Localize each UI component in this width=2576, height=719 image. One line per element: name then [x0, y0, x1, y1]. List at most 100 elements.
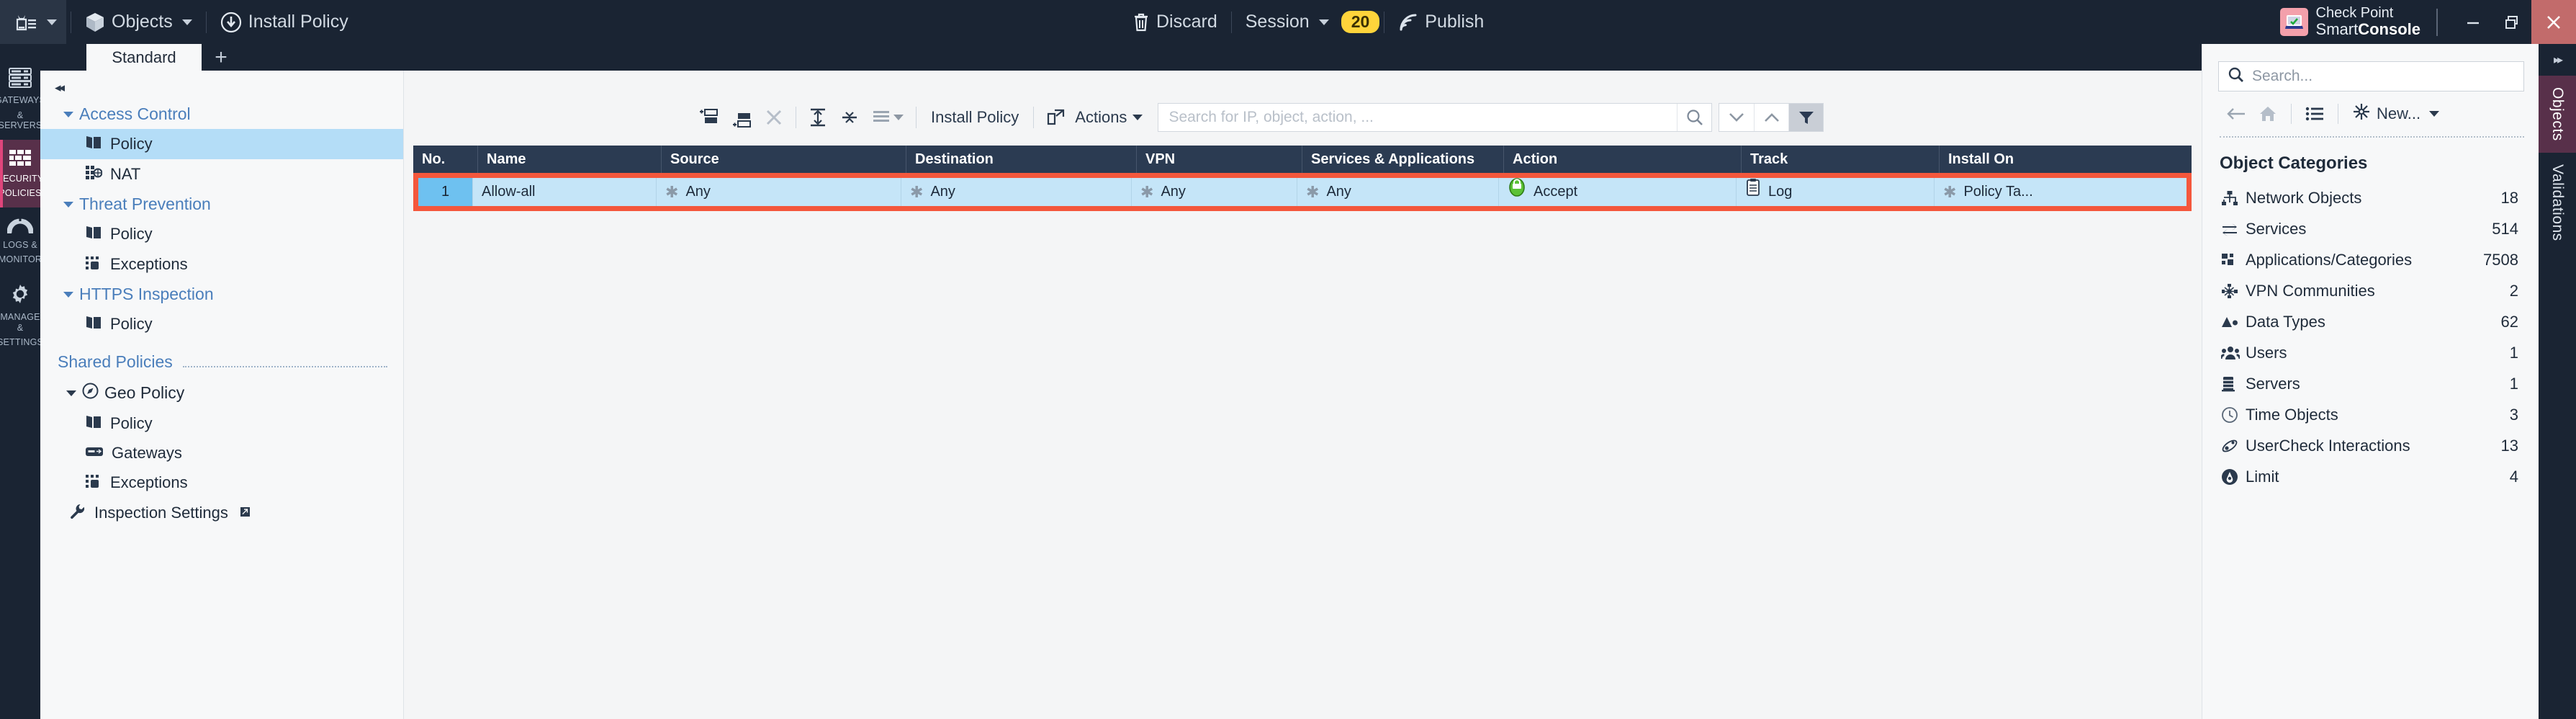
- cell-name[interactable]: Allow-all: [473, 178, 657, 206]
- add-rule-below-button[interactable]: [725, 102, 758, 133]
- tree-item-access-control-policy[interactable]: Policy: [40, 129, 403, 159]
- object-category-label: Users: [2246, 343, 2287, 362]
- tree-group-https-inspection[interactable]: HTTPS Inspection: [40, 280, 403, 309]
- cell-track[interactable]: Log: [1737, 178, 1935, 206]
- policy-book-icon: [85, 314, 102, 334]
- limit-icon: [2221, 468, 2246, 486]
- publish-button[interactable]: Publish: [1389, 0, 1493, 44]
- tree-item-access-control-nat[interactable]: NAT: [40, 159, 403, 189]
- install-policy-toolbar-button[interactable]: Install Policy: [922, 108, 1027, 127]
- tree-item-geo-policy-gateways[interactable]: Gateways: [40, 439, 403, 468]
- table-row[interactable]: 1 Allow-all ✱ Any ✱ Any ✱ Any ✱ Any Acce…: [418, 178, 2187, 206]
- nat-icon: [85, 164, 103, 184]
- add-tab-button[interactable]: +: [202, 44, 240, 71]
- object-category-time-objects[interactable]: Time Objects 3: [2202, 399, 2539, 430]
- objects-search-box[interactable]: [2218, 61, 2524, 91]
- session-menu-button[interactable]: [0, 0, 66, 44]
- rail-label-line2: MONITOR: [0, 254, 42, 265]
- services-icon: [2221, 221, 2246, 237]
- session-button[interactable]: Session: [1236, 0, 1338, 44]
- tree-item-threat-prevention-exceptions[interactable]: Exceptions: [40, 249, 403, 280]
- tree-item-geo-policy-exceptions[interactable]: Exceptions: [40, 468, 403, 498]
- delete-rule-button[interactable]: [758, 102, 790, 133]
- rule-search-box[interactable]: [1158, 103, 1713, 132]
- column-header-services[interactable]: Services & Applications: [1302, 146, 1504, 173]
- object-category-services[interactable]: Services 514: [2202, 213, 2539, 244]
- column-header-destination[interactable]: Destination: [906, 146, 1137, 173]
- rule-search-input[interactable]: [1158, 104, 1677, 131]
- cell-source[interactable]: ✱ Any: [657, 178, 901, 206]
- rail-item-gateways-servers[interactable]: GATEWAYS & SERVERS: [0, 58, 45, 140]
- tree-item-https-inspection-policy[interactable]: Policy: [40, 309, 403, 339]
- cell-destination[interactable]: ✱ Any: [901, 178, 1132, 206]
- object-category-data-types[interactable]: Data Types 62: [2202, 306, 2539, 337]
- object-category-count: 4: [2509, 467, 2518, 486]
- search-prev-button[interactable]: [1754, 104, 1788, 131]
- new-star-icon: [2352, 102, 2371, 125]
- object-category-usercheck-interactions[interactable]: UserCheck Interactions 13: [2202, 430, 2539, 461]
- add-rule-above-button[interactable]: [692, 102, 725, 133]
- close-button[interactable]: [2531, 0, 2576, 44]
- tree-group-geo-policy[interactable]: Geo Policy: [40, 378, 403, 408]
- column-header-no[interactable]: No.: [413, 146, 478, 173]
- object-category-users[interactable]: Users 1: [2202, 337, 2539, 368]
- expand-objects-panel-button[interactable]: ▸▸: [2539, 44, 2576, 76]
- toolbar-divider: [2291, 104, 2292, 124]
- collapse-panel-button[interactable]: ◂◂: [40, 76, 403, 99]
- column-header-install-on[interactable]: Install On: [1940, 146, 2192, 173]
- cell-action[interactable]: Accept: [1499, 178, 1737, 206]
- tree-item-inspection-settings[interactable]: Inspection Settings: [40, 498, 403, 528]
- search-icon[interactable]: [1677, 104, 1711, 131]
- object-category-count: 2: [2509, 281, 2518, 300]
- filter-button[interactable]: [1788, 104, 1824, 131]
- tree-group-threat-prevention[interactable]: Threat Prevention: [40, 189, 403, 219]
- home-icon[interactable]: [2253, 100, 2283, 128]
- expand-all-button[interactable]: [802, 102, 834, 133]
- compass-icon: [82, 383, 99, 403]
- tree-item-label: Inspection Settings: [94, 504, 228, 522]
- column-header-name[interactable]: Name: [478, 146, 662, 173]
- column-header-action[interactable]: Action: [1504, 146, 1742, 173]
- column-header-track[interactable]: Track: [1742, 146, 1940, 173]
- tree-item-geo-policy-policy[interactable]: Policy: [40, 408, 403, 439]
- actions-menu-button[interactable]: Actions: [1040, 102, 1149, 133]
- cell-install-on[interactable]: ✱ Policy Ta...: [1935, 178, 2176, 206]
- tree-item-label: Policy: [110, 135, 153, 153]
- cell-vpn[interactable]: ✱ Any: [1132, 178, 1297, 206]
- vertical-tab-objects[interactable]: Objects: [2539, 76, 2576, 153]
- back-arrow-icon[interactable]: [2221, 100, 2251, 128]
- shared-policies-label: Shared Policies: [58, 352, 173, 371]
- collapse-all-button[interactable]: [834, 102, 865, 133]
- list-view-button[interactable]: [865, 102, 910, 133]
- tab-standard[interactable]: Standard: [86, 44, 202, 71]
- discard-button[interactable]: Discard: [1123, 0, 1227, 44]
- search-next-button[interactable]: [1719, 104, 1754, 131]
- objects-menu-button[interactable]: Objects: [76, 0, 202, 44]
- chevron-down-icon: [1132, 115, 1143, 120]
- minimize-button[interactable]: [2454, 0, 2492, 44]
- object-category-count: 3: [2509, 405, 2518, 424]
- accept-icon: [1508, 178, 1526, 206]
- object-category-limit[interactable]: Limit 4: [2202, 461, 2539, 492]
- object-category-network-objects[interactable]: Network Objects 18: [2202, 182, 2539, 213]
- install-policy-button[interactable]: Install Policy: [211, 0, 358, 44]
- restore-button[interactable]: [2492, 0, 2531, 44]
- tree-item-label: Policy: [110, 315, 153, 333]
- object-category-vpn-communities[interactable]: VPN Communities 2: [2202, 275, 2539, 306]
- publish-icon: [1398, 12, 1418, 32]
- list-icon[interactable]: [2300, 100, 2330, 128]
- rail-item-logs-monitor[interactable]: LOGS & MONITOR: [0, 207, 42, 274]
- vertical-tab-validations[interactable]: Validations: [2539, 153, 2576, 253]
- cell-services[interactable]: ✱ Any: [1297, 178, 1499, 206]
- rail-item-manage-settings[interactable]: MANAGE & SETTINGS: [0, 274, 43, 357]
- tree-item-threat-prevention-policy[interactable]: Policy: [40, 219, 403, 249]
- tree-group-access-control[interactable]: Access Control: [40, 99, 403, 129]
- objects-search-input[interactable]: [2252, 68, 2515, 85]
- column-header-source[interactable]: Source: [662, 146, 906, 173]
- rail-item-security-policies[interactable]: SECURITY POLICIES: [0, 139, 43, 207]
- rail-label-line2: POLICIES: [0, 188, 42, 199]
- object-category-servers[interactable]: Servers 1: [2202, 368, 2539, 399]
- object-category-applications[interactable]: Applications/Categories 7508: [2202, 244, 2539, 275]
- column-header-vpn[interactable]: VPN: [1137, 146, 1302, 173]
- new-object-button[interactable]: New...: [2346, 102, 2445, 125]
